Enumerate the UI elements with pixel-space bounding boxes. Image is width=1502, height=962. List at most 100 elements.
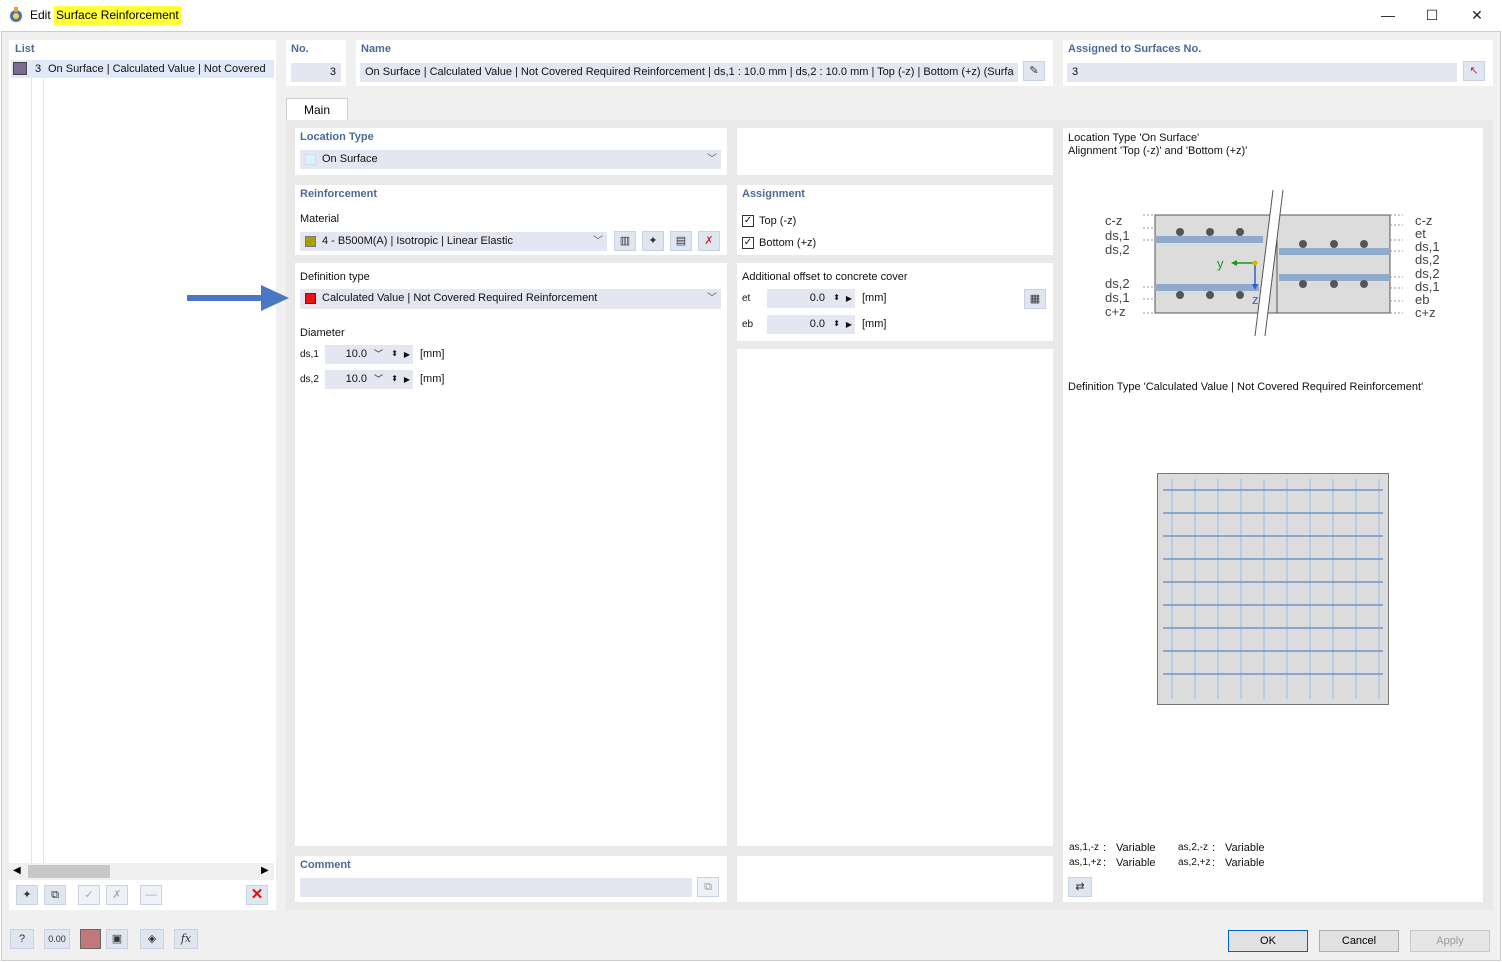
check-all-icon[interactable]: ✓ (78, 885, 100, 905)
mesh-diagram (1157, 473, 1389, 705)
axis-y-label: y (1217, 256, 1224, 271)
as2-bottom-value: Variable (1225, 857, 1265, 869)
ds2-input[interactable]: 10.0 ﹀ ⬍ ▶ (325, 370, 413, 389)
copy-item-icon[interactable]: ⧉ (44, 885, 66, 905)
swap-view-icon[interactable]: ⇄ (1068, 877, 1092, 897)
arrow-right-icon[interactable]: ▶ (404, 370, 410, 389)
check-icon: ✓ (742, 237, 754, 250)
renumber-icon[interactable]: — (140, 885, 162, 905)
list-item-color-icon (13, 62, 27, 75)
material-library-icon[interactable]: ▥ (614, 231, 636, 251)
cancel-button[interactable]: Cancel (1319, 930, 1399, 952)
diameter-label: Diameter (300, 327, 345, 339)
chevron-down-icon[interactable]: ﹀ (374, 370, 383, 389)
material-select[interactable]: 4 - B500M(A) | Isotropic | Linear Elasti… (300, 232, 607, 251)
eb-value: 0.0 (809, 318, 825, 330)
cross-section-diagram: c-z ds,1 ds,2 ds,2 ds,1 c+z c-z et ds,1 … (1103, 188, 1443, 338)
list-item[interactable]: 3 On Surface | Calculated Value | Not Co… (11, 60, 274, 78)
tab-main[interactable]: Main (286, 98, 348, 120)
scroll-left-icon[interactable]: ◀ (13, 865, 21, 876)
select-surfaces-icon[interactable]: ↖ (1463, 61, 1485, 81)
ok-button[interactable]: OK (1228, 930, 1308, 952)
spinner-icon[interactable]: ⬍ (833, 289, 840, 307)
location-type-select[interactable]: On Surface ﹀ (300, 150, 721, 169)
minimize-button[interactable]: — (1373, 5, 1403, 25)
spinner-icon[interactable]: ⬍ (391, 345, 398, 363)
delete-icon[interactable]: ✕ (246, 885, 268, 905)
middle-bottom-panel (737, 856, 1053, 902)
diagram-label: ds,1 (1105, 290, 1130, 305)
comment-copy-icon[interactable]: ⧉ (697, 877, 719, 897)
assigned-field[interactable]: 3 (1067, 63, 1457, 82)
as2-top-key: as,2,-z (1178, 842, 1209, 853)
spinner-icon[interactable]: ⬍ (391, 370, 398, 388)
eb-input[interactable]: 0.0 ⬍ ▶ (767, 315, 855, 334)
formula-icon[interactable]: fx (174, 929, 198, 949)
edit-material-icon[interactable]: ▤ (670, 231, 692, 251)
new-item-icon[interactable]: ✦ (16, 885, 38, 905)
title-bar: Edit Surface Reinforcement — ☐ ✕ (0, 0, 1502, 31)
list-item-number: 3 (35, 63, 42, 75)
list-item-label: On Surface | Calculated Value | Not Cove… (48, 63, 266, 75)
app-icon (9, 7, 23, 23)
delete-material-icon[interactable]: ✗ (698, 231, 720, 251)
eb-unit: [mm] (862, 318, 887, 330)
ds1-value: 10.0 (345, 348, 367, 360)
assigned-panel: Assigned to Surfaces No. 3 ↖ (1063, 40, 1493, 86)
check-icon: ✓ (742, 215, 754, 228)
top-checkbox[interactable]: ✓ Top (-z) (742, 215, 796, 228)
as2-top-value: Variable (1225, 842, 1265, 854)
diagram-label: ds,2 (1105, 276, 1130, 291)
name-field[interactable]: On Surface | Calculated Value | Not Cove… (360, 63, 1018, 82)
et-value: 0.0 (809, 292, 825, 304)
decimal-places-icon[interactable]: 0.00 (44, 929, 70, 949)
as1-top-value: Variable (1116, 842, 1156, 854)
color-icon[interactable] (80, 929, 101, 949)
axis-z-label: z (1252, 292, 1259, 307)
arrow-right-icon[interactable]: ▶ (846, 289, 852, 308)
arrow-right-icon[interactable]: ▶ (404, 345, 410, 364)
name-panel: Name On Surface | Calculated Value | Not… (356, 40, 1053, 86)
uncheck-icon[interactable]: ✗ (106, 885, 128, 905)
ds1-symbol: ds,1 (300, 349, 319, 360)
assigned-header: Assigned to Surfaces No. (1068, 43, 1202, 55)
new-material-icon[interactable]: ✦ (642, 231, 664, 251)
assignment-header: Assignment (742, 188, 805, 200)
as-colon: : (1103, 857, 1107, 869)
diagram-label: ds,2 (1415, 252, 1440, 267)
offset-settings-icon[interactable]: ▦ (1024, 289, 1046, 309)
maximize-button[interactable]: ☐ (1417, 5, 1447, 25)
reinforcement-panel: Reinforcement Material 4 - B500M(A) | Is… (295, 185, 727, 255)
material-label: Material (300, 213, 340, 225)
et-input[interactable]: 0.0 ⬍ ▶ (767, 289, 855, 308)
as-colon: : (1212, 857, 1216, 869)
view-icon[interactable]: ◈ (140, 929, 164, 949)
location-type-color-icon (305, 153, 316, 165)
horizontal-scrollbar[interactable]: ◀ ▶ (9, 863, 274, 880)
as1-bottom-value: Variable (1116, 857, 1156, 869)
window-title-highlight: Surface Reinforcement (54, 6, 181, 25)
comment-field[interactable] (300, 878, 692, 897)
scroll-thumb[interactable] (28, 865, 110, 878)
list-header: List (15, 43, 35, 55)
no-header: No. (291, 43, 309, 55)
material-color-icon (305, 235, 316, 247)
spinner-icon[interactable]: ⬍ (833, 315, 840, 333)
diagram-label: ds,2 (1105, 242, 1130, 257)
close-button[interactable]: ✕ (1462, 5, 1492, 25)
chevron-down-icon[interactable]: ﹀ (374, 345, 383, 364)
help-icon[interactable]: ? (10, 929, 34, 949)
definition-type-select[interactable]: Calculated Value | Not Covered Required … (300, 289, 721, 309)
diagram-label: c-z (1105, 213, 1122, 228)
middle-top-panel (737, 128, 1053, 175)
ds1-input[interactable]: 10.0 ﹀ ⬍ ▶ (325, 345, 413, 364)
display-icon[interactable]: ▣ (106, 929, 128, 949)
scroll-right-icon[interactable]: ▶ (261, 865, 269, 876)
apply-button[interactable]: Apply (1410, 930, 1490, 952)
callout-arrow (183, 281, 293, 315)
arrow-right-icon[interactable]: ▶ (846, 315, 852, 334)
chevron-down-icon: ﹀ (707, 154, 717, 165)
edit-name-icon[interactable]: ✎ (1023, 61, 1045, 81)
bottom-checkbox[interactable]: ✓ Bottom (+z) (742, 237, 816, 250)
no-field[interactable]: 3 (291, 63, 341, 82)
